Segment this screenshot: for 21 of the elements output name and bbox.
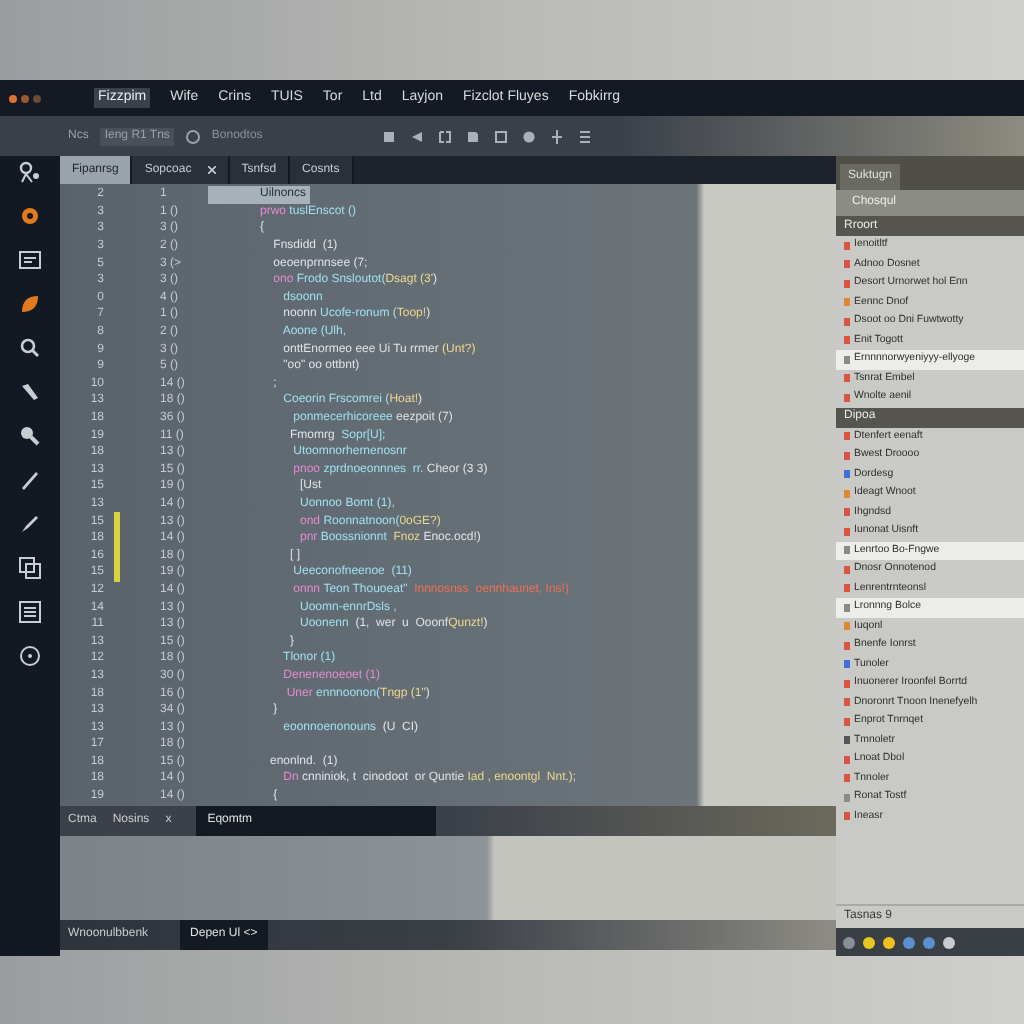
- window-controls-icon: [8, 93, 44, 103]
- people-icon[interactable]: [18, 160, 42, 184]
- pen-icon[interactable]: [18, 468, 42, 492]
- terminal-icon[interactable]: [18, 248, 42, 272]
- search-icon[interactable]: [18, 336, 42, 360]
- save-icon[interactable]: [382, 129, 396, 143]
- step-icon[interactable]: [550, 129, 564, 143]
- clock-icon[interactable]: [18, 644, 42, 668]
- target-icon[interactable]: [185, 129, 200, 143]
- copy-icon[interactable]: [18, 556, 42, 580]
- bracket-icon[interactable]: [438, 129, 452, 143]
- magnifier-icon[interactable]: [18, 424, 42, 448]
- file-icon[interactable]: [466, 129, 480, 143]
- leaf-icon[interactable]: [18, 292, 42, 316]
- back-icon[interactable]: [410, 129, 424, 143]
- record-icon[interactable]: [522, 129, 536, 143]
- close-icon[interactable]: [207, 166, 216, 174]
- brush-icon[interactable]: [18, 512, 42, 536]
- panel-icon[interactable]: [494, 129, 508, 143]
- document-icon[interactable]: [18, 600, 42, 624]
- list-icon[interactable]: [578, 129, 592, 143]
